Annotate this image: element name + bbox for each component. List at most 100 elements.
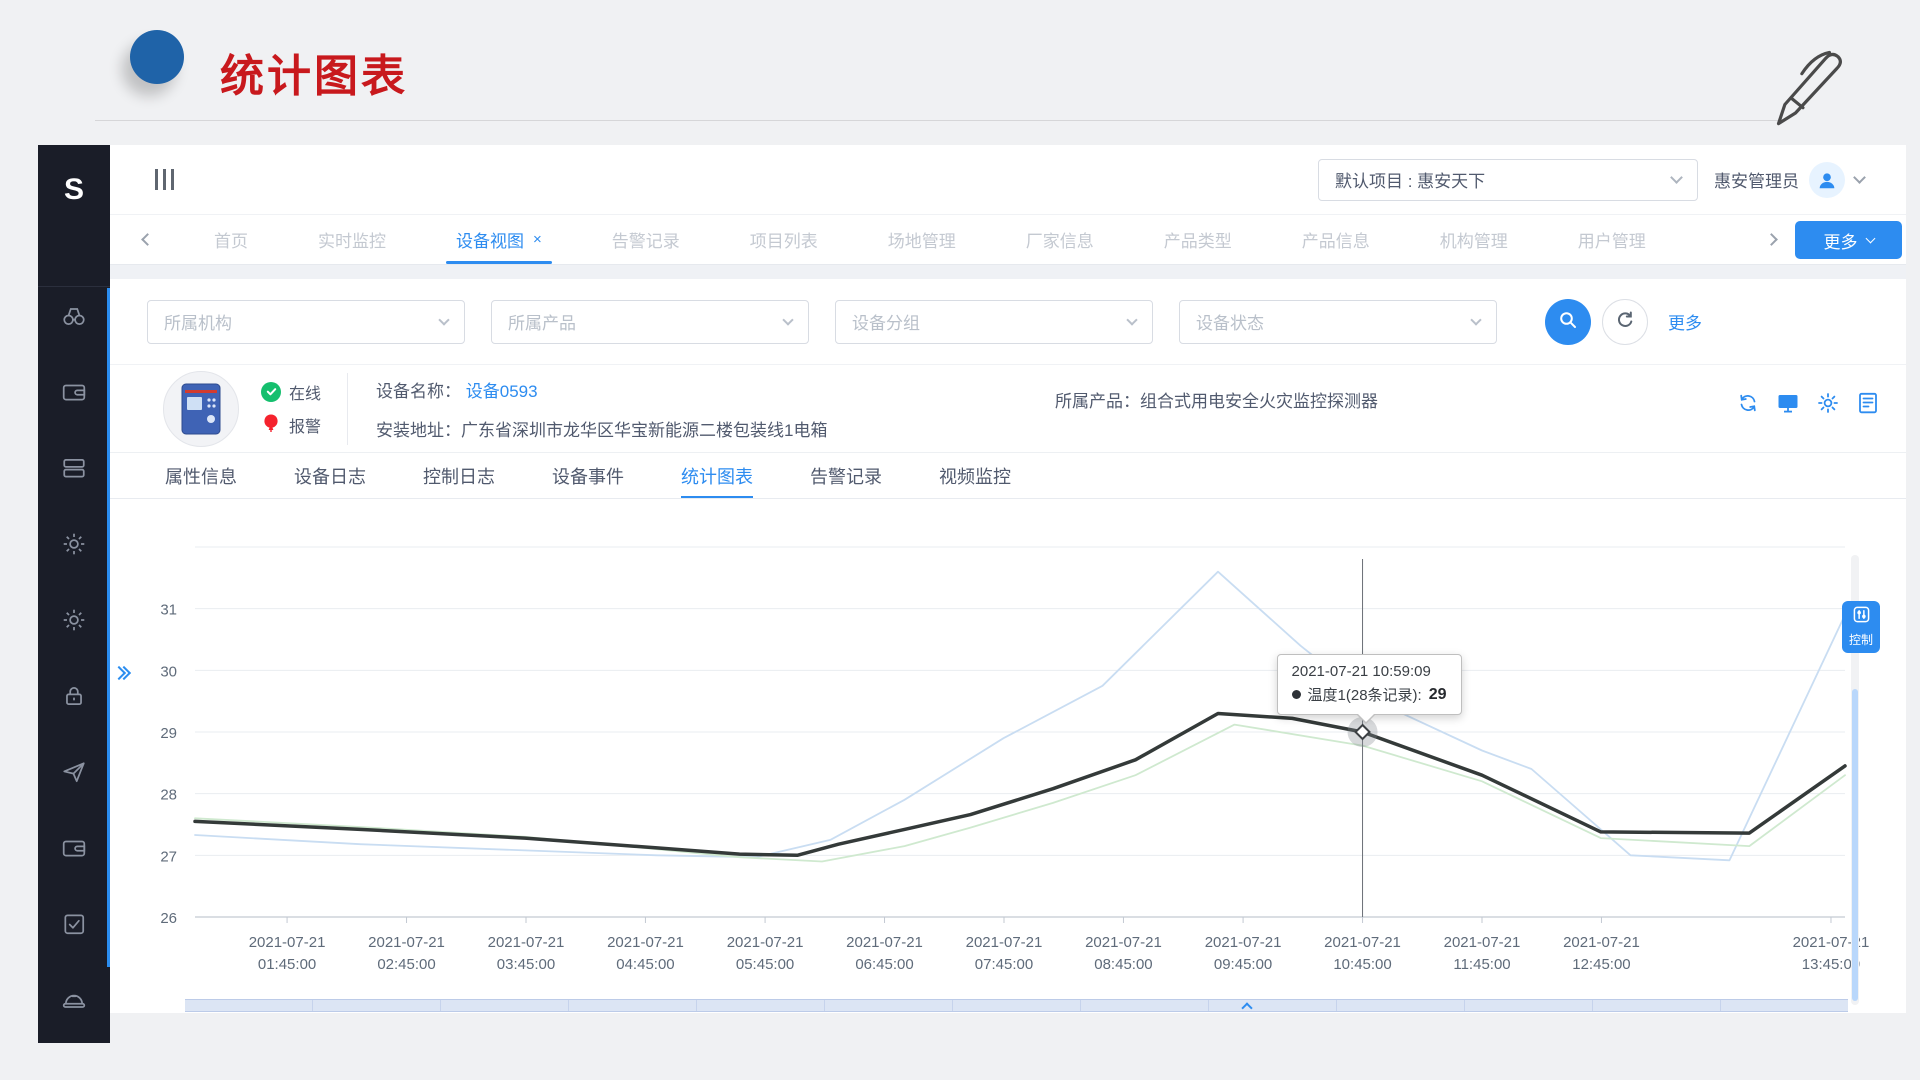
avatar [1809,162,1845,198]
gear-icon[interactable] [61,531,87,557]
checkbox-icon[interactable] [61,911,87,937]
device-name-label: 设备名称： [376,382,461,401]
svg-text:2021-07-21: 2021-07-21 [966,934,1043,951]
send-icon[interactable] [61,759,87,785]
svg-text:26: 26 [160,910,177,927]
nav-tab-sites[interactable]: 场地管理 [888,215,956,264]
svg-text:2021-07-21: 2021-07-21 [607,934,684,951]
gear-icon-2[interactable] [61,607,87,633]
spacer [110,265,1906,279]
svg-text:12:45:00: 12:45:00 [1572,956,1630,973]
status-select[interactable]: 设备状态 [1179,300,1497,344]
status-online: 在线 [261,380,321,404]
collapse-menu-icon[interactable] [155,169,174,190]
group-select[interactable]: 设备分组 [835,300,1153,344]
status-alarm: 报警 [261,413,321,438]
svg-text:2021-07-21: 2021-07-21 [727,934,804,951]
svg-text:2021-07-21: 2021-07-21 [368,934,445,951]
nav-tab-product-types[interactable]: 产品类型 [1164,215,1232,264]
svg-text:08:45:00: 08:45:00 [1094,956,1152,973]
tab-video-monitor[interactable]: 视频监控 [939,453,1011,498]
monitor-icon[interactable] [1776,391,1800,415]
refresh-button[interactable] [1602,299,1648,345]
device-photo[interactable] [163,371,239,447]
lock-icon[interactable] [61,683,87,709]
monitor-binoculars-icon[interactable] [61,303,87,329]
svg-text:2021-07-21: 2021-07-21 [1444,934,1521,951]
nav-tab-home[interactable]: 首页 [214,215,248,264]
temperature-line-chart[interactable]: 2627282930312021-07-2101:45:002021-07-21… [110,499,1906,1013]
divider [347,373,348,445]
svg-text:30: 30 [160,663,177,680]
chart-area: 2627282930312021-07-2101:45:002021-07-21… [110,499,1906,1013]
chevron-down-icon [1470,314,1481,325]
tab-device-events[interactable]: 设备事件 [552,453,624,498]
device-address-value: 广东省深圳市龙华区华宝新能源二楼包装线1电箱 [461,421,827,440]
layers-icon[interactable] [61,455,87,481]
helmet-icon[interactable] [61,987,87,1013]
nav-tab-users[interactable]: 用户管理 [1578,215,1646,264]
tab-alarm-records[interactable]: 告警记录 [810,453,882,498]
chevron-down-icon [1670,171,1683,184]
datazoom-slider[interactable] [185,999,1848,1012]
wallet-icon-2[interactable] [61,835,87,861]
chevron-down-icon [1865,233,1875,243]
header-divider [95,120,1778,121]
chart-tooltip: 2021-07-21 10:59:09 温度1(28条记录): 29 [1277,654,1462,715]
nav-tab-vendors[interactable]: 厂家信息 [1026,215,1094,264]
sync-icon[interactable] [1736,391,1760,415]
nav-back-icon[interactable] [143,235,152,244]
filter-more-link[interactable]: 更多 [1668,309,1702,334]
tab-device-log[interactable]: 设备日志 [294,453,366,498]
control-sliders-icon [1853,606,1870,628]
device-name-link[interactable]: 设备0593 [466,382,538,401]
device-name-row: 设备名称： 设备0593 [376,377,827,402]
nav-tab-product-info[interactable]: 产品信息 [1302,215,1370,264]
chevron-down-icon [1853,171,1866,184]
search-button[interactable] [1545,299,1591,345]
alarm-balloon-icon [261,413,281,438]
nav-tab-device-view[interactable]: 设备视图 × [456,215,542,264]
device-address-label: 安装地址： [376,421,461,440]
svg-text:02:45:00: 02:45:00 [377,956,435,973]
datazoom-handle[interactable] [1243,999,1251,1017]
panel-expand-icon[interactable] [114,668,129,678]
settings-gear-icon[interactable] [1816,391,1840,415]
chart-scrollbar-thumb[interactable] [1852,689,1858,1001]
tab-attributes[interactable]: 属性信息 [165,453,237,498]
refresh-icon [1614,309,1636,334]
svg-text:2021-07-21: 2021-07-21 [1324,934,1401,951]
document-list-icon[interactable] [1856,391,1880,415]
nav-tab-alarms[interactable]: 告警记录 [612,215,680,264]
svg-text:2021-07-21: 2021-07-21 [846,934,923,951]
org-select[interactable]: 所属机构 [147,300,465,344]
nav-tab-orgs[interactable]: 机构管理 [1440,215,1508,264]
more-button[interactable]: 更多 [1795,221,1902,259]
svg-text:07:45:00: 07:45:00 [975,956,1033,973]
series-dot-icon [1292,690,1301,699]
close-icon[interactable]: × [533,231,542,248]
svg-text:09:45:00: 09:45:00 [1214,956,1272,973]
nav-tab-realtime[interactable]: 实时监控 [318,215,386,264]
control-fab-button[interactable]: 控制 [1842,601,1880,653]
product-select[interactable]: 所属产品 [491,300,809,344]
filter-bar: 所属机构 所属产品 设备分组 设备状态 更多 [110,279,1906,365]
check-circle-icon [261,382,281,402]
chevron-down-icon [782,314,793,325]
svg-text:2021-07-21: 2021-07-21 [1205,934,1282,951]
svg-text:01:45:00: 01:45:00 [258,956,316,973]
svg-text:2021-07-21: 2021-07-21 [1563,934,1640,951]
tooltip-value: 29 [1429,686,1447,704]
tab-statistics-chart[interactable]: 统计图表 [681,453,753,498]
tab-control-log[interactable]: 控制日志 [423,453,495,498]
user-menu[interactable]: 惠安管理员 [1714,162,1864,198]
svg-text:06:45:00: 06:45:00 [855,956,913,973]
top-bar: 默认项目 : 惠安天下 惠安管理员 [110,145,1906,215]
nav-forward-icon[interactable] [1767,235,1776,244]
project-select[interactable]: 默认项目 : 惠安天下 [1318,159,1698,201]
wallet-icon[interactable] [61,379,87,405]
app-logo[interactable]: S [38,145,110,287]
main-window: 默认项目 : 惠安天下 惠安管理员 首页 实时监控 设备视图 × 告警记录 项目… [110,145,1906,1013]
brand-dot [130,30,184,84]
nav-tab-projects[interactable]: 项目列表 [750,215,818,264]
